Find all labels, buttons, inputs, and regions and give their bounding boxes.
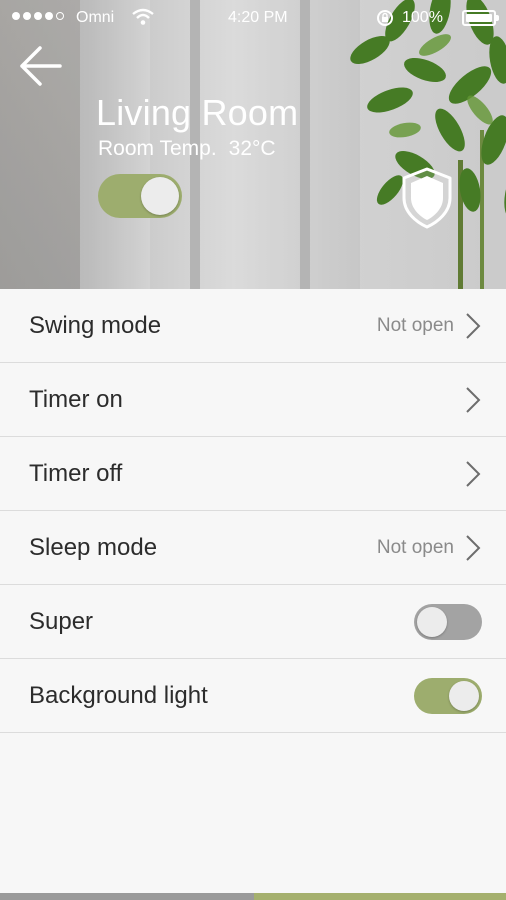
status-time: 4:20 PM <box>228 9 288 26</box>
setting-label: Timer off <box>29 459 123 487</box>
setting-timer-off[interactable]: Timer off <box>0 437 506 511</box>
wifi-icon <box>132 8 154 25</box>
settings-list: Swing mode Not open Timer on Timer off S… <box>0 289 506 733</box>
battery-icon <box>462 10 499 26</box>
temp-label: Room Temp. <box>98 137 217 160</box>
carrier-name: Omni <box>76 9 115 26</box>
setting-super: Super <box>0 585 506 659</box>
setting-value: Not open <box>376 536 454 558</box>
chevron-right-icon <box>466 386 481 413</box>
setting-swing-mode[interactable]: Swing mode Not open <box>0 289 506 363</box>
battery-percentage: 100% <box>402 9 443 26</box>
back-arrow-icon[interactable] <box>16 42 68 90</box>
status-bar: Omni 4:20 PM 100% <box>0 0 506 36</box>
toggle-knob <box>449 680 479 711</box>
setting-label: Super <box>29 607 94 635</box>
chevron-right-icon <box>466 312 481 339</box>
shield-icon[interactable] <box>398 166 456 230</box>
setting-label: Background light <box>29 681 208 709</box>
signal-strength-icon <box>12 12 64 20</box>
bottom-indicator-bar <box>0 893 506 900</box>
setting-value: Not open <box>376 314 454 336</box>
setting-timer-on[interactable]: Timer on <box>0 363 506 437</box>
temp-value: 32°C <box>228 137 276 160</box>
chevron-right-icon <box>466 460 481 487</box>
setting-label: Swing mode <box>29 311 162 339</box>
room-name: Living Room <box>96 92 299 133</box>
toggle-knob <box>141 177 179 215</box>
rotation-lock-icon <box>377 10 393 26</box>
background-light-toggle[interactable] <box>414 677 482 714</box>
power-toggle[interactable] <box>98 174 182 218</box>
chevron-right-icon <box>466 534 481 561</box>
super-toggle[interactable] <box>414 603 482 640</box>
toggle-knob <box>417 606 447 637</box>
room-temperature: Room Temp. 32°C <box>98 137 276 161</box>
setting-sleep-mode[interactable]: Sleep mode Not open <box>0 511 506 585</box>
setting-label: Timer on <box>29 385 123 413</box>
setting-background-light: Background light <box>0 659 506 733</box>
setting-label: Sleep mode <box>29 533 158 561</box>
